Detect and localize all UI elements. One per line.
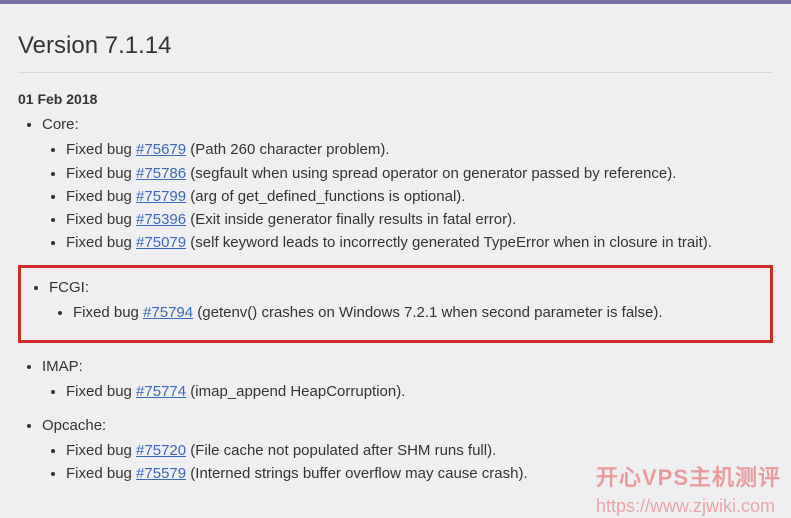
bug-link[interactable]: #75079: [136, 234, 186, 251]
section-label: FCGI:: [49, 279, 89, 296]
section-opcache: Opcache: Fixed bug #75720 (File cache no…: [42, 414, 773, 486]
bug-item: Fixed bug #75786 (segfault when using sp…: [66, 162, 773, 185]
bug-desc: (Path 260 character problem).: [186, 141, 389, 158]
bug-prefix: Fixed bug: [66, 165, 136, 182]
bug-item: Fixed bug #75799 (arg of get_defined_fun…: [66, 185, 773, 208]
bug-desc: (Exit inside generator finally results i…: [186, 211, 516, 228]
bug-desc: (getenv() crashes on Windows 7.2.1 when …: [193, 304, 662, 321]
bug-link[interactable]: #75679: [136, 141, 186, 158]
bug-link[interactable]: #75794: [143, 304, 193, 321]
bug-link[interactable]: #75720: [136, 442, 186, 459]
bug-desc: (Interned strings buffer overflow may ca…: [186, 465, 528, 482]
section-list-fcgi: FCGI: Fixed bug #75794 (getenv() crashes…: [25, 276, 766, 325]
version-heading: Version 7.1.14: [18, 32, 773, 60]
bug-prefix: Fixed bug: [66, 141, 136, 158]
bug-prefix: Fixed bug: [66, 211, 136, 228]
bug-desc: (segfault when using spread operator on …: [186, 165, 676, 182]
bug-prefix: Fixed bug: [66, 442, 136, 459]
section-fcgi: FCGI: Fixed bug #75794 (getenv() crashes…: [49, 276, 766, 325]
bug-item: Fixed bug #75720 (File cache not populat…: [66, 439, 773, 462]
bug-link[interactable]: #75786: [136, 165, 186, 182]
bug-item: Fixed bug #75579 (Interned strings buffe…: [66, 462, 773, 485]
bug-desc: (self keyword leads to incorrectly gener…: [186, 234, 712, 251]
bug-prefix: Fixed bug: [66, 465, 136, 482]
bug-prefix: Fixed bug: [73, 304, 143, 321]
bug-prefix: Fixed bug: [66, 234, 136, 251]
bug-list-fcgi: Fixed bug #75794 (getenv() crashes on Wi…: [49, 301, 766, 324]
separator: [18, 72, 773, 73]
bug-desc: (arg of get_defined_functions is optiona…: [186, 188, 465, 205]
bug-prefix: Fixed bug: [66, 383, 136, 400]
section-list-imap: IMAP: Fixed bug #75774 (imap_append Heap…: [18, 355, 773, 404]
bug-list-opcache: Fixed bug #75720 (File cache not populat…: [42, 439, 773, 486]
bug-link[interactable]: #75579: [136, 465, 186, 482]
bug-item: Fixed bug #75774 (imap_append HeapCorrup…: [66, 380, 773, 403]
section-label: Core:: [42, 116, 79, 133]
bug-list-imap: Fixed bug #75774 (imap_append HeapCorrup…: [42, 380, 773, 403]
watermark-url: https://www.zjwiki.com: [596, 496, 775, 516]
bug-desc: (imap_append HeapCorruption).: [186, 383, 405, 400]
bug-list-core: Fixed bug #75679 (Path 260 character pro…: [42, 138, 773, 254]
highlight-box: FCGI: Fixed bug #75794 (getenv() crashes…: [18, 265, 773, 344]
bug-desc: (File cache not populated after SHM runs…: [186, 442, 496, 459]
section-core: Core: Fixed bug #75679 (Path 260 charact…: [42, 113, 773, 255]
section-list-opcache: Opcache: Fixed bug #75720 (File cache no…: [18, 414, 773, 486]
changelog-content: Version 7.1.14 01 Feb 2018 Core: Fixed b…: [0, 4, 791, 485]
bug-item: Fixed bug #75079 (self keyword leads to …: [66, 231, 773, 254]
bug-item: Fixed bug #75679 (Path 260 character pro…: [66, 138, 773, 161]
bug-item: Fixed bug #75396 (Exit inside generator …: [66, 208, 773, 231]
bug-link[interactable]: #75774: [136, 383, 186, 400]
release-date: 01 Feb 2018: [18, 91, 773, 107]
section-imap: IMAP: Fixed bug #75774 (imap_append Heap…: [42, 355, 773, 404]
bug-prefix: Fixed bug: [66, 188, 136, 205]
section-label: Opcache:: [42, 417, 106, 434]
section-list: Core: Fixed bug #75679 (Path 260 charact…: [18, 113, 773, 255]
bug-link[interactable]: #75799: [136, 188, 186, 205]
section-label: IMAP:: [42, 358, 83, 375]
bug-link[interactable]: #75396: [136, 211, 186, 228]
bug-item: Fixed bug #75794 (getenv() crashes on Wi…: [73, 301, 766, 324]
